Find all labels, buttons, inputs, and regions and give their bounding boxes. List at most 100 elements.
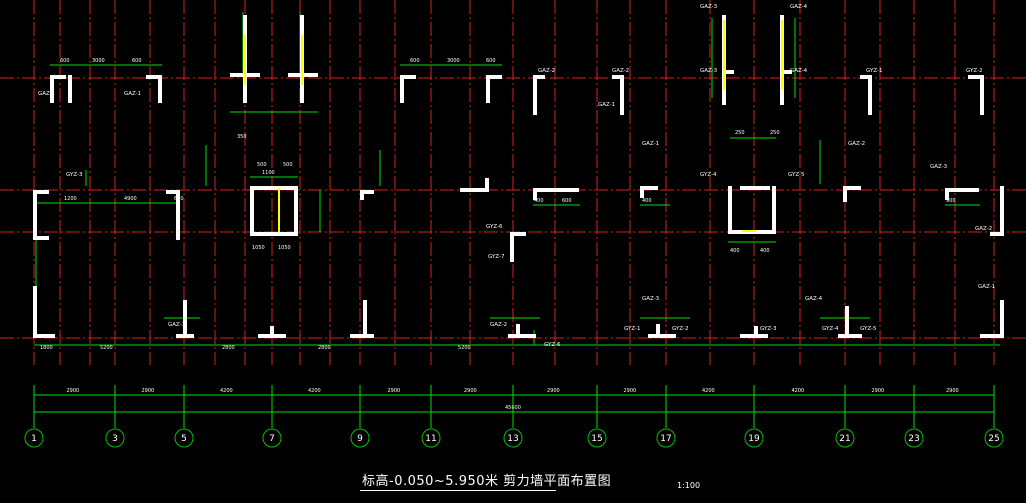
column-accent [781, 20, 783, 90]
shear-wall-segment [400, 75, 404, 103]
dimension-value: 1100 [262, 170, 275, 176]
column-accent [278, 188, 280, 232]
shear-wall-segment [868, 75, 872, 115]
wall-label: GYZ-1 [866, 68, 883, 74]
shear-wall-segment [250, 232, 298, 236]
axis-label: 1 [31, 434, 37, 444]
shear-wall-segment [1000, 300, 1004, 338]
shear-wall-segment [980, 75, 984, 115]
shear-wall-segment [176, 334, 194, 338]
shear-wall-segment [510, 232, 526, 236]
shear-wall-segment [980, 334, 1004, 338]
shear-wall-segment [50, 75, 54, 103]
wall-label: GYZ-2 [672, 326, 689, 332]
wall-label: GAZ-1 [978, 284, 995, 290]
dimension-value: 500 [283, 162, 293, 168]
wall-label: GAZ-2 [612, 68, 629, 74]
wall-label: GYZ-5 [788, 172, 805, 178]
dimension-value: 400 [760, 248, 770, 254]
wall-label: GYZ-1 [624, 326, 641, 332]
shear-wall-segment [510, 232, 514, 262]
wall-label: GYZ-4 [822, 326, 839, 332]
wall-label: GAZ-3 [700, 68, 718, 74]
shear-wall-segment [250, 186, 254, 236]
axis-spacing-value: 2900 [624, 388, 637, 394]
dimension-value: 600 [486, 58, 496, 64]
axis-label: 17 [660, 434, 671, 444]
wall-label: GYZ-5 [860, 326, 877, 332]
shear-wall-segment [258, 334, 286, 338]
shear-wall-segment [860, 75, 872, 79]
shear-wall-segment [350, 334, 374, 338]
axis-bubble-row: 2900 2900 4200 4200 2900 2900 2900 2900 4200 4200… [24, 385, 1004, 448]
shear-wall-segment [838, 334, 862, 338]
wall-label: GAZ-1 [598, 102, 615, 108]
wall-label: GAZ-1 [642, 141, 659, 147]
axis-spacing-value: 4200 [220, 388, 233, 394]
axis-spacing-value: 4200 [792, 388, 805, 394]
column-accent [301, 35, 303, 85]
shear-wall-segment [1000, 186, 1004, 236]
shear-wall-segment [360, 190, 374, 194]
shear-wall-segment [533, 188, 579, 192]
dimension-value: 500 [257, 162, 267, 168]
axis-label: 23 [908, 434, 919, 444]
wall-label: GAZ-3 [930, 164, 948, 170]
dimension-value: 600 [410, 58, 420, 64]
axis-label: 25 [988, 434, 999, 444]
wall-label: GAZ-4 [805, 296, 823, 302]
shear-wall-segment [508, 334, 536, 338]
shear-wall-segment [68, 75, 72, 103]
shear-wall-segment [166, 190, 180, 194]
dimension-value: 4900 [124, 196, 137, 202]
axis-spacing-value: 2900 [464, 388, 477, 394]
axis-spacing-value: 2900 [142, 388, 155, 394]
shear-wall-segment [33, 286, 37, 338]
axis-grid-lines [0, 0, 1026, 365]
wall-label: GYZ-7 [488, 254, 505, 260]
dimension-value: 350 [237, 134, 247, 140]
dimension-value: 3000 [447, 58, 460, 64]
shear-wall-segment [460, 188, 488, 192]
wall-label: GAZ-1 [124, 91, 141, 97]
shear-wall-segment [33, 334, 55, 338]
drawing-scale: 1:100 [677, 481, 701, 490]
shear-wall-segment [294, 186, 298, 236]
wall-label: GAZ-2 [490, 322, 507, 328]
axis-spacing-value: 2900 [547, 388, 560, 394]
wall-label: GYZ-6 [544, 342, 561, 348]
shear-wall-segment [843, 186, 861, 190]
drawing-title: 标高-0.050~5.950米 剪力墙平面布置图 [362, 474, 612, 489]
dimension-lines: 600 3000 600 600 3000 600 1200 4900 600 1100 1050 1… [34, 12, 1000, 351]
axis-spacing-value: 4200 [702, 388, 715, 394]
shear-wall-segment [640, 186, 658, 190]
shear-wall-segment [250, 186, 298, 190]
dimension-value: 250 [735, 130, 745, 136]
wall-label: GAZ-3 [700, 4, 718, 10]
shear-walls [33, 15, 1004, 338]
column-accent [244, 35, 246, 85]
wall-label: GAZ-2 [848, 141, 865, 147]
dimension-value: 5200 [458, 345, 471, 351]
axis-label: 15 [591, 434, 602, 444]
axis-label: 21 [839, 434, 850, 444]
shear-wall-segment [740, 186, 770, 190]
dimension-value: 250 [770, 130, 780, 136]
title-underline [360, 490, 556, 491]
shear-wall-segment [486, 75, 490, 103]
dimension-value: 5200 [100, 345, 113, 351]
dimension-value: 600 [562, 198, 572, 204]
dimension-value: 1050 [252, 245, 265, 251]
axis-label: 19 [748, 434, 760, 444]
axis-label: 9 [357, 434, 363, 444]
shear-wall-segment [183, 300, 187, 338]
dimension-value: 1050 [278, 245, 291, 251]
wall-label: GAZ-4 [790, 68, 808, 74]
shear-wall-segment [33, 190, 49, 194]
dimension-value: 2800 [318, 345, 331, 351]
dimension-value: 400 [642, 198, 652, 204]
shear-wall-segment [533, 75, 537, 115]
shear-wall-segment [728, 186, 732, 232]
axis-spacing-value: 2900 [388, 388, 401, 394]
axis-spacing-value: 2900 [946, 388, 959, 394]
